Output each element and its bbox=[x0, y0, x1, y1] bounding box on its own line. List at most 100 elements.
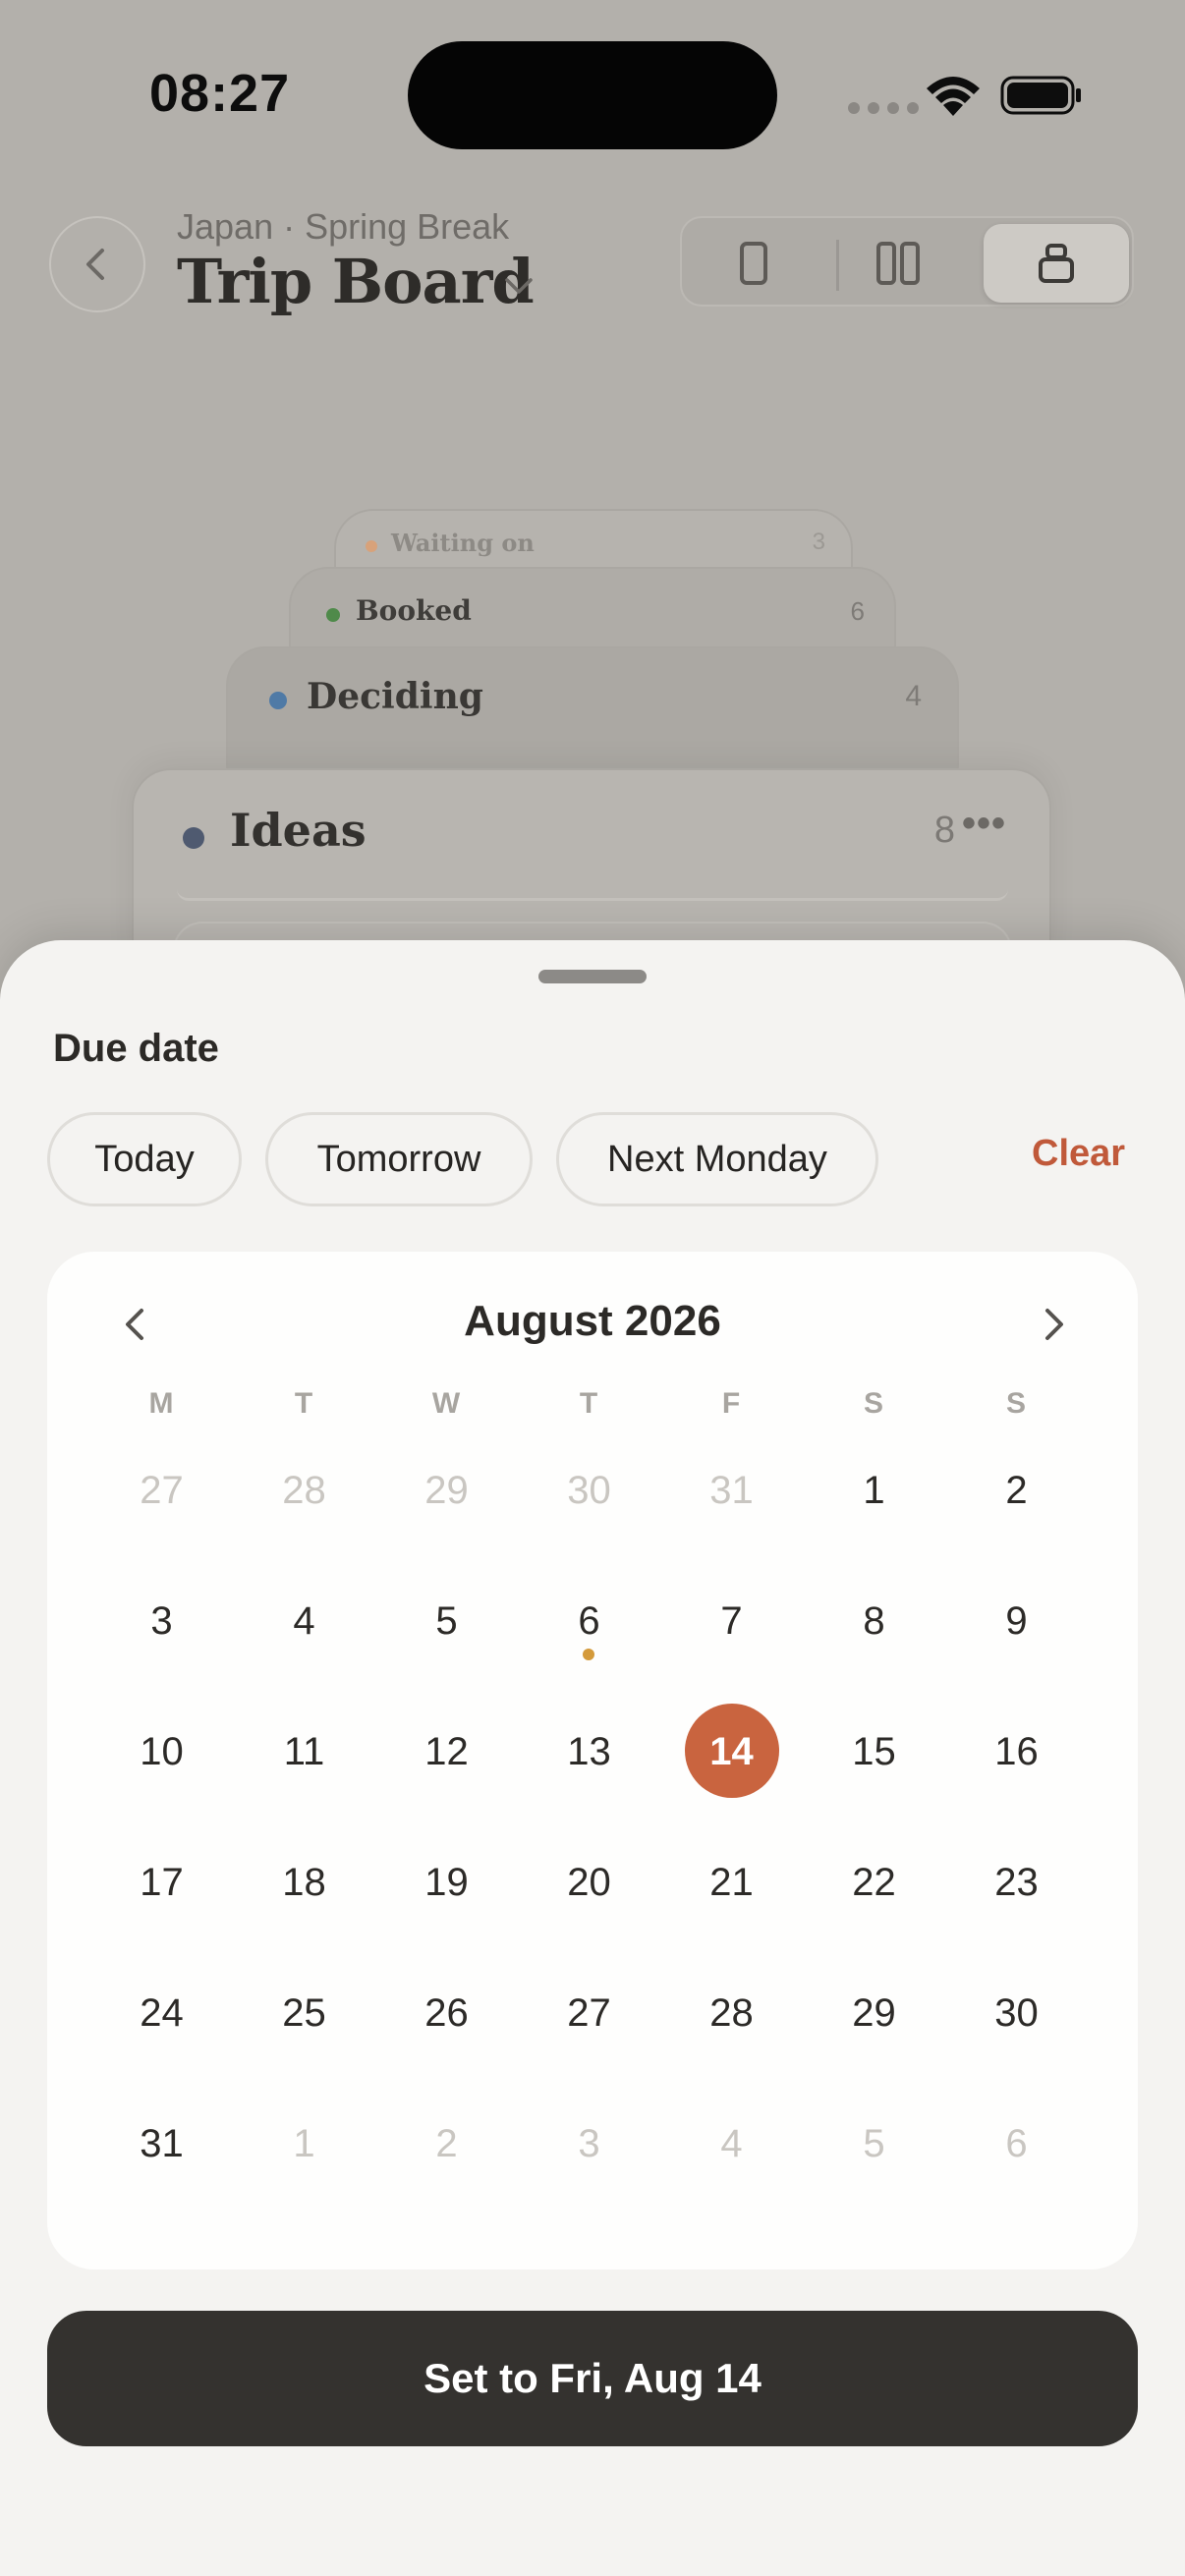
dynamic-island bbox=[408, 41, 777, 149]
weekday-label: S bbox=[863, 1387, 884, 1420]
calendar-day-number: 4 bbox=[720, 2122, 743, 2165]
calendar-day[interactable]: 18 bbox=[233, 1833, 375, 1932]
calendar: August 2026 M T W T F S S 27 28 29 30 31 1 2 3 4 5 6 7 8 9 10… bbox=[47, 1252, 1138, 2269]
view-mode-toggle bbox=[680, 216, 1134, 307]
calendar-day[interactable]: 27 bbox=[518, 1964, 660, 2062]
calendar-day-number: 17 bbox=[140, 1861, 184, 1904]
calendar-day-selected[interactable]: 14 bbox=[660, 1703, 803, 1801]
calendar-day-outside-month[interactable]: 29 bbox=[375, 1441, 518, 1540]
calendar-day[interactable]: 23 bbox=[945, 1833, 1088, 1932]
weekday-label: W bbox=[431, 1387, 462, 1420]
calendar-day[interactable]: 3 bbox=[90, 1572, 233, 1670]
calendar-day[interactable]: 17 bbox=[90, 1833, 233, 1932]
clear-button[interactable]: Clear bbox=[1032, 1133, 1125, 1175]
calendar-day-number: 15 bbox=[852, 1730, 896, 1773]
two-column-view-button[interactable] bbox=[834, 224, 962, 303]
calendar-day-number: 20 bbox=[567, 1861, 611, 1904]
calendar-day-number: 9 bbox=[1005, 1599, 1028, 1643]
calendar-day-outside-month[interactable]: 31 bbox=[660, 1441, 803, 1540]
quick-option-next-monday[interactable]: Next Monday bbox=[556, 1112, 878, 1206]
column-color-dot bbox=[183, 827, 204, 849]
chevron-left-icon bbox=[86, 249, 104, 280]
calendar-day[interactable]: 11 bbox=[233, 1703, 375, 1801]
calendar-day-number: 6 bbox=[1005, 2122, 1028, 2165]
board-title[interactable]: Trip Board bbox=[177, 246, 535, 317]
calendar-day-number: 10 bbox=[140, 1730, 184, 1773]
calendar-day-outside-month[interactable]: 4 bbox=[660, 2095, 803, 2193]
quick-option-today[interactable]: Today bbox=[47, 1112, 242, 1206]
calendar-day-number: 5 bbox=[863, 2122, 885, 2165]
status-time: 08:27 bbox=[149, 64, 291, 123]
calendar-day[interactable]: 7 bbox=[660, 1572, 803, 1670]
calendar-day[interactable]: 5 bbox=[375, 1572, 518, 1670]
calendar-day[interactable]: 13 bbox=[518, 1703, 660, 1801]
calendar-day[interactable]: 31 bbox=[90, 2095, 233, 2193]
calendar-day-outside-month[interactable]: 3 bbox=[518, 2095, 660, 2193]
calendar-day-number: 29 bbox=[852, 1991, 896, 2035]
calendar-day[interactable]: 26 bbox=[375, 1964, 518, 2062]
back-button[interactable] bbox=[49, 216, 145, 312]
calendar-day[interactable]: 2 bbox=[945, 1441, 1088, 1540]
calendar-day[interactable]: 25 bbox=[233, 1964, 375, 2062]
calendar-day-outside-month[interactable]: 6 bbox=[945, 2095, 1088, 2193]
calendar-day-number: 27 bbox=[567, 1991, 611, 2035]
calendar-day[interactable]: 9 bbox=[945, 1572, 1088, 1670]
column-count: 8 bbox=[933, 810, 955, 851]
calendar-day-number: 27 bbox=[140, 1469, 184, 1512]
column-color-dot bbox=[269, 692, 287, 709]
chevron-down-icon[interactable] bbox=[501, 268, 536, 304]
calendar-day[interactable]: 4 bbox=[233, 1572, 375, 1670]
calendar-day-number: 13 bbox=[567, 1730, 611, 1773]
cellular-signal-icon bbox=[848, 102, 919, 114]
next-month-icon[interactable] bbox=[1030, 1301, 1077, 1348]
set-date-button[interactable]: Set to Fri, Aug 14 bbox=[47, 2311, 1138, 2446]
calendar-day-number: 4 bbox=[293, 1599, 315, 1643]
calendar-day[interactable]: 16 bbox=[945, 1703, 1088, 1801]
calendar-day-outside-month[interactable]: 2 bbox=[375, 2095, 518, 2193]
more-options-icon[interactable]: ••• bbox=[962, 802, 1006, 846]
calendar-day[interactable]: 30 bbox=[945, 1964, 1088, 2062]
calendar-day[interactable]: 22 bbox=[803, 1833, 945, 1932]
weekday-label: F bbox=[721, 1387, 742, 1420]
calendar-day-outside-month[interactable]: 1 bbox=[233, 2095, 375, 2193]
calendar-day[interactable]: 28 bbox=[660, 1964, 803, 2062]
calendar-day-number: 22 bbox=[852, 1861, 896, 1904]
calendar-day-outside-month[interactable]: 27 bbox=[90, 1441, 233, 1540]
weekday-label: T bbox=[294, 1387, 314, 1420]
calendar-day[interactable]: 1 bbox=[803, 1441, 945, 1540]
calendar-day[interactable]: 10 bbox=[90, 1703, 233, 1801]
calendar-day-number: 30 bbox=[994, 1991, 1039, 2035]
calendar-day[interactable]: 8 bbox=[803, 1572, 945, 1670]
calendar-day[interactable]: 12 bbox=[375, 1703, 518, 1801]
single-column-view-button[interactable] bbox=[690, 224, 818, 303]
column-color-dot bbox=[366, 540, 377, 552]
calendar-day[interactable]: 20 bbox=[518, 1833, 660, 1932]
calendar-day-number: 28 bbox=[709, 1991, 754, 2035]
sheet-grabber[interactable] bbox=[538, 970, 647, 983]
calendar-day-number: 5 bbox=[435, 1599, 458, 1643]
calendar-day-outside-month[interactable]: 28 bbox=[233, 1441, 375, 1540]
calendar-day-number: 14 bbox=[709, 1730, 754, 1773]
calendar-day-outside-month[interactable]: 5 bbox=[803, 2095, 945, 2193]
stack-view-button[interactable] bbox=[984, 224, 1129, 303]
weekday-label: M bbox=[148, 1387, 175, 1420]
calendar-day[interactable]: 24 bbox=[90, 1964, 233, 2062]
quick-option-tomorrow[interactable]: Tomorrow bbox=[265, 1112, 533, 1206]
calendar-day-number: 28 bbox=[282, 1469, 326, 1512]
column-name: Ideas bbox=[230, 804, 367, 857]
calendar-day-number: 19 bbox=[424, 1861, 469, 1904]
calendar-day[interactable]: 19 bbox=[375, 1833, 518, 1932]
calendar-day-number: 3 bbox=[578, 2122, 600, 2165]
calendar-day-number: 8 bbox=[863, 1599, 885, 1643]
calendar-day-outside-month[interactable]: 30 bbox=[518, 1441, 660, 1540]
calendar-day[interactable]: 21 bbox=[660, 1833, 803, 1932]
calendar-day[interactable]: 6 bbox=[518, 1572, 660, 1670]
single-column-view-icon bbox=[740, 242, 767, 285]
calendar-month-label: August 2026 bbox=[464, 1297, 721, 1345]
calendar-day[interactable]: 29 bbox=[803, 1964, 945, 2062]
calendar-day-number: 2 bbox=[1005, 1469, 1028, 1512]
calendar-day[interactable]: 15 bbox=[803, 1703, 945, 1801]
column-color-dot bbox=[326, 608, 340, 622]
calendar-day-number: 1 bbox=[293, 2122, 315, 2165]
calendar-day-number: 31 bbox=[140, 2122, 184, 2165]
